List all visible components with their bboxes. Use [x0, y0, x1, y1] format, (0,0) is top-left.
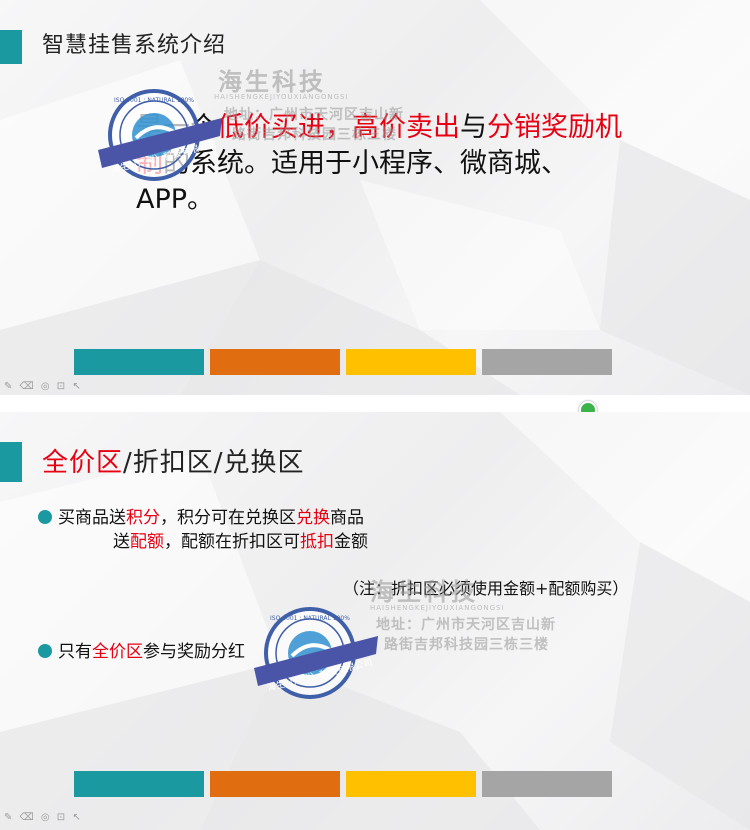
title-full-price-zone: 全价区	[42, 448, 124, 478]
company-seal-2: 海生（广州）科技有限公司 ISO 9001 : NATURAL 100%	[254, 607, 378, 699]
bullet-dot-icon	[38, 644, 52, 658]
color-bar-strip-2	[74, 771, 612, 797]
title-accent-tab-2	[0, 442, 22, 482]
company-seal: 海生（广州）科技有限公司 ISO 9001 : NATURAL 100%	[98, 89, 222, 181]
seal-inner-text: ISO 9001 : NATURAL 100%	[114, 97, 194, 104]
color-bar-gray	[482, 349, 612, 375]
slide-2-title: 全价区/折扣区/兑换区	[42, 442, 305, 479]
title-accent-tab	[0, 30, 22, 64]
discount-zone-note: （注：折扣区必须使用金额+配额购买）	[343, 579, 629, 598]
slide-toolbar-icons[interactable]: ✎ ⌫ ◎ ⊡ ↖	[4, 381, 83, 392]
color-bar-yellow	[346, 771, 476, 797]
bullet-dot-icon	[38, 510, 52, 524]
bullet-points-rule: 买商品送积分，积分可在兑换区兑换商品	[38, 506, 364, 530]
color-bar-teal	[74, 349, 204, 375]
color-bar-strip	[74, 349, 612, 375]
quota-rule-line: 送配额，配额在折扣区可抵扣金额	[113, 532, 368, 552]
seal-inner-text-2: ISO 9001 : NATURAL 100%	[270, 615, 350, 622]
para-text-2: 与	[460, 112, 487, 143]
para-highlight-buy-low-sell-high: 低价买进，高价卖出	[217, 112, 460, 143]
slide-1: 智慧挂售系统介绍 是一个低价买进，高价卖出与分销奖励机制的系统。适用于小程序、微…	[0, 0, 750, 395]
color-bar-teal	[74, 771, 204, 797]
slide-divider	[0, 395, 750, 412]
color-bar-yellow	[346, 349, 476, 375]
title-other-zones: /折扣区/兑换区	[123, 448, 305, 478]
bullet-reward-rule: 只有全价区参与奖励分红	[38, 640, 245, 664]
slide-toolbar-icons-2[interactable]: ✎ ⌫ ◎ ⊡ ↖	[4, 812, 83, 823]
slide-2: 全价区/折扣区/兑换区 买商品送积分，积分可在兑换区兑换商品 送配额，配额在折扣…	[0, 412, 750, 830]
color-bar-orange	[210, 349, 340, 375]
slide-1-title: 智慧挂售系统介绍	[42, 33, 227, 58]
color-bar-orange	[210, 771, 340, 797]
color-bar-gray	[482, 771, 612, 797]
